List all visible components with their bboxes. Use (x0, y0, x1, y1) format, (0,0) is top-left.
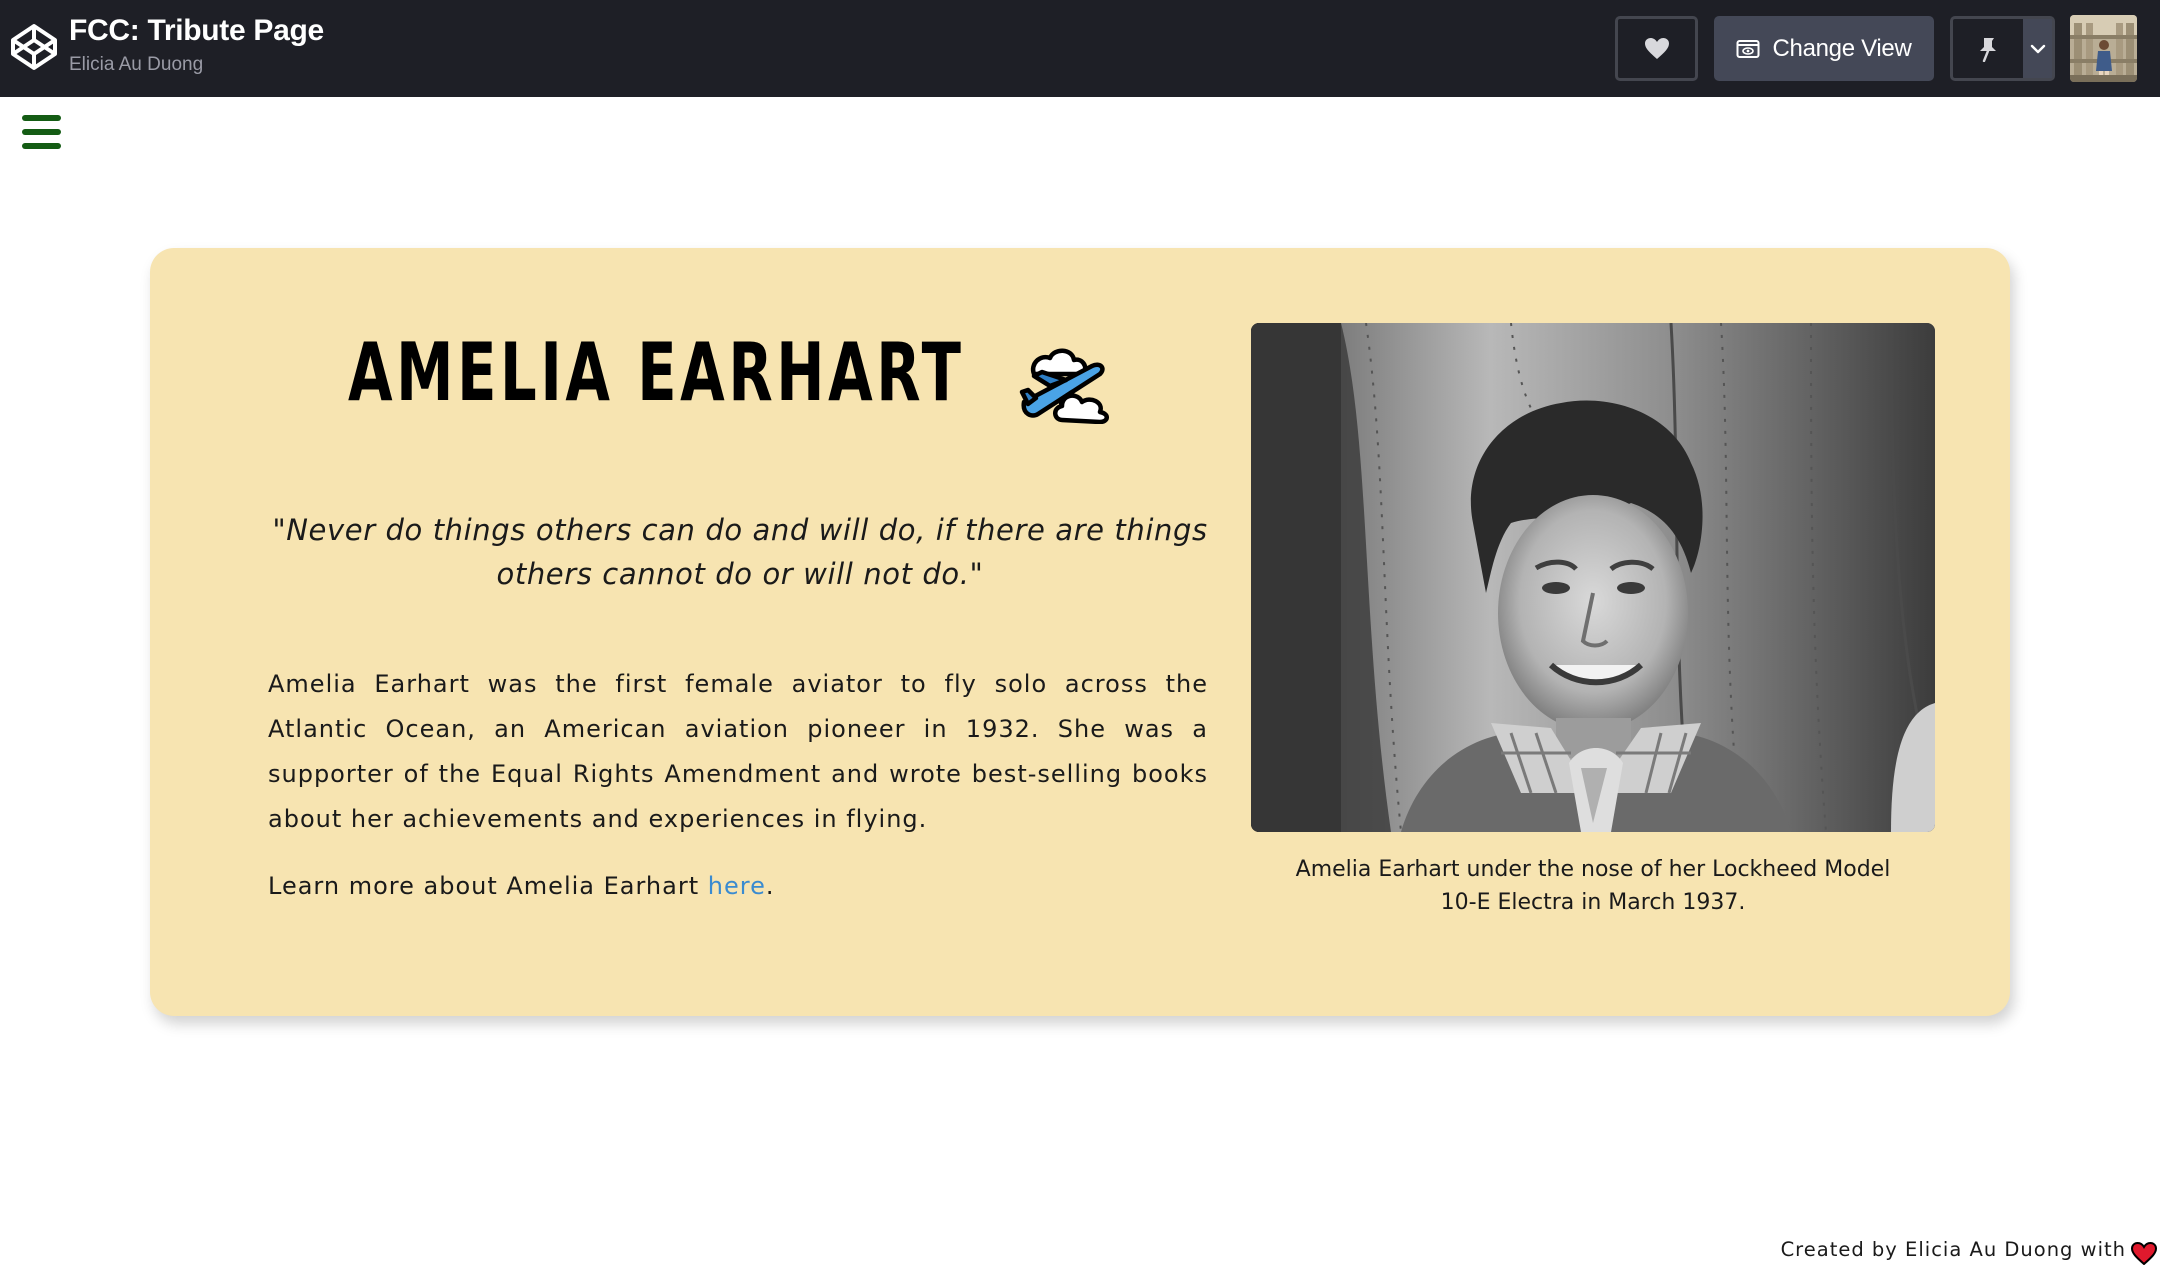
codepen-header: FCC: Tribute Page Elicia Au Duong Change… (0, 0, 2160, 97)
heart-icon (1644, 38, 1669, 59)
change-view-label: Change View (1772, 34, 1912, 62)
image-caption: Amelia Earhart under the nose of her Loc… (1295, 857, 1891, 915)
footer-credit: Created by Elicia Au Duong with (1780, 1238, 2126, 1261)
tribute-bio: Amelia Earhart was the first female avia… (268, 670, 1208, 833)
pin-control (1950, 16, 2055, 81)
pin-icon (1980, 37, 1996, 62)
learn-more-text: Learn more about Amelia Earhart (268, 872, 708, 900)
change-view-button[interactable]: Change View (1714, 16, 1934, 81)
pin-button[interactable] (1953, 19, 2023, 78)
like-button[interactable] (1615, 16, 1698, 81)
user-avatar[interactable] (2070, 15, 2137, 82)
tribute-quote: "Never do things others can do and will … (272, 513, 1208, 591)
avatar-image (2070, 15, 2137, 82)
tribute-image (1251, 323, 1935, 832)
heart-icon (2131, 1242, 2157, 1265)
learn-more-link[interactable]: here (708, 872, 766, 900)
pin-menu-toggle[interactable] (2023, 19, 2052, 78)
airplane-cloud-icon (1019, 348, 1109, 424)
pen-title[interactable]: FCC: Tribute Page (69, 14, 324, 48)
codepen-logo-icon[interactable] (9, 22, 59, 72)
learn-more-line: Learn more about Amelia Earhart here. (268, 864, 1208, 909)
tribute-title: AMELIA EARHART (348, 326, 965, 419)
chevron-down-icon (2030, 44, 2045, 53)
hamburger-menu-icon[interactable] (22, 115, 61, 149)
learn-more-period: . (765, 872, 775, 900)
amelia-earhart-photo (1251, 323, 1935, 832)
eye-window-icon (1736, 39, 1760, 58)
pen-author[interactable]: Elicia Au Duong (69, 54, 203, 76)
